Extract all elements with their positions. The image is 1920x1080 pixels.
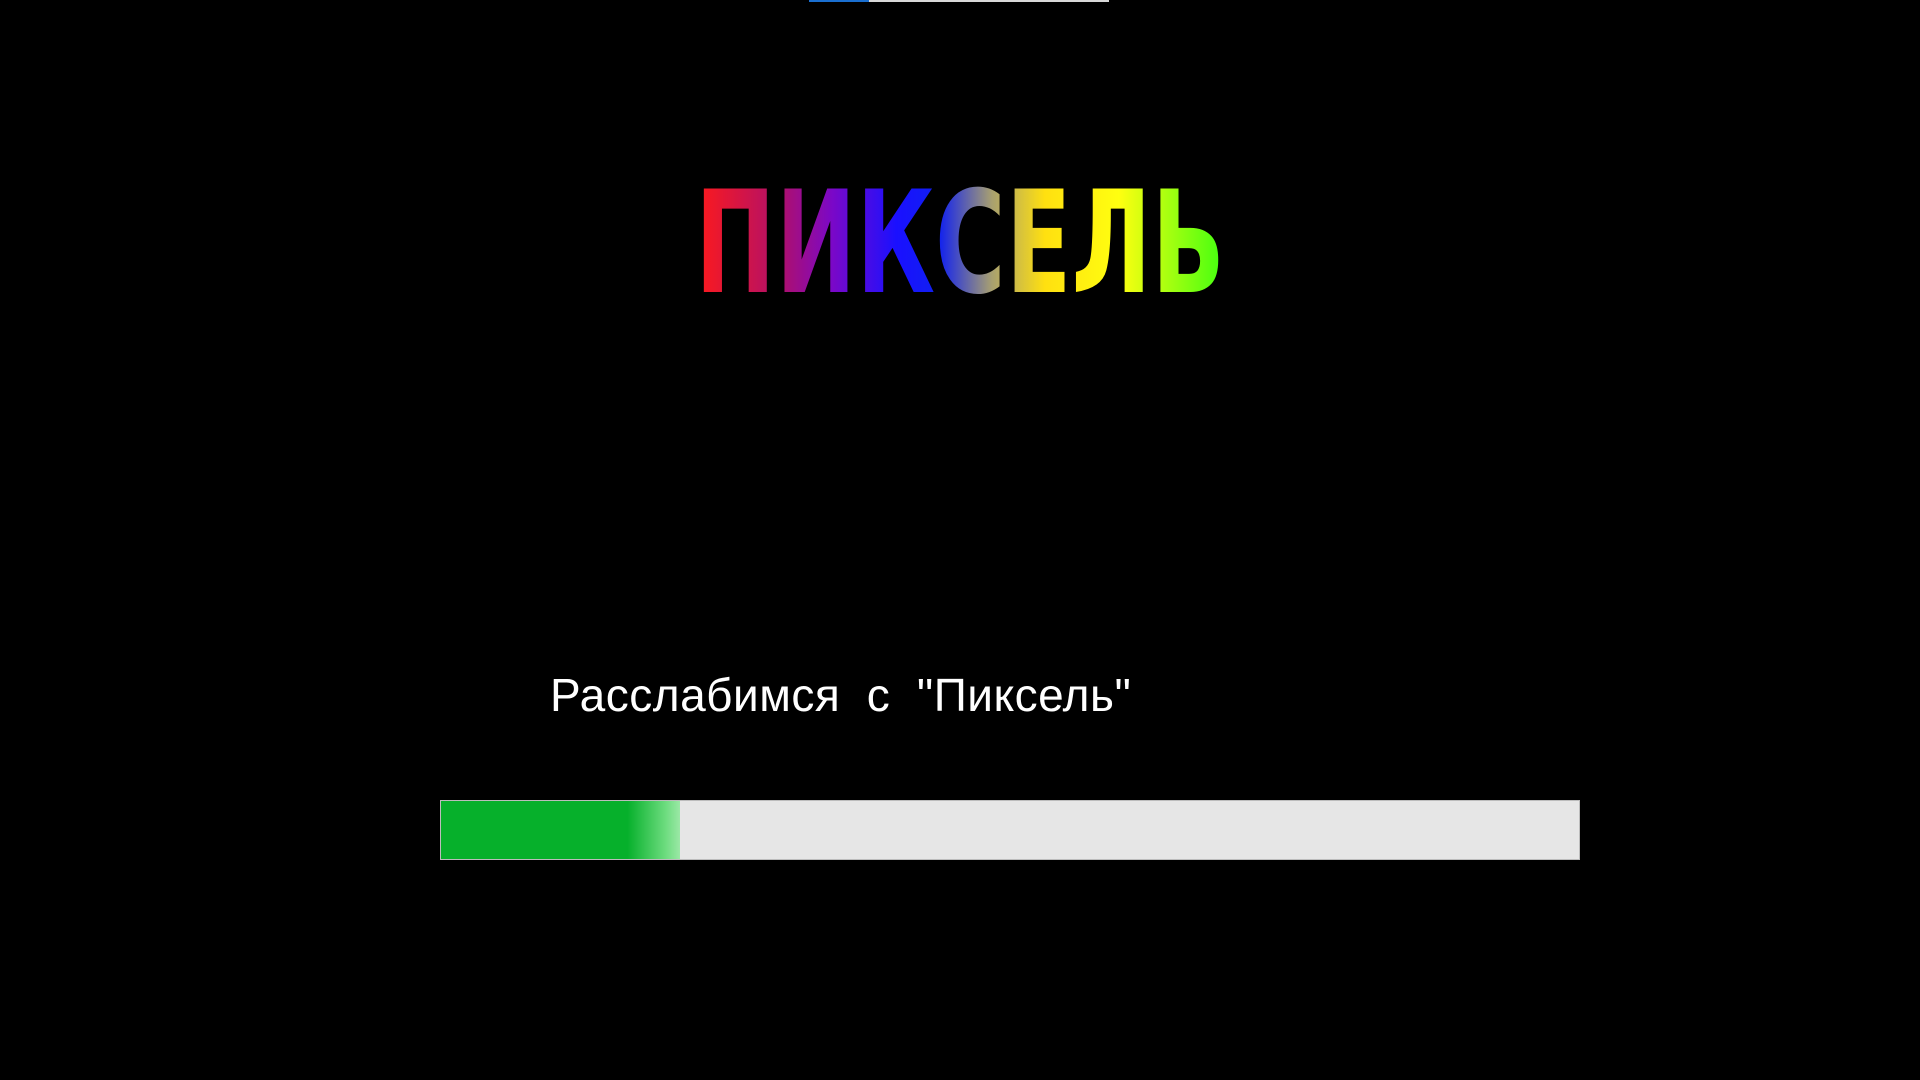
loading-progress-fill [441,801,680,859]
app-logo-graphic: ПИКСЕЛЬ [695,168,1225,308]
app-logo-text: ПИКСЕЛЬ [695,168,1225,308]
loading-progress-bar [440,800,1580,860]
top-loading-indicator-fill [809,0,869,2]
loading-status-text: Расслабимся с "Пиксель" [550,669,1132,721]
top-loading-indicator [809,0,1109,2]
app-logo: ПИКСЕЛЬ [680,168,1240,308]
